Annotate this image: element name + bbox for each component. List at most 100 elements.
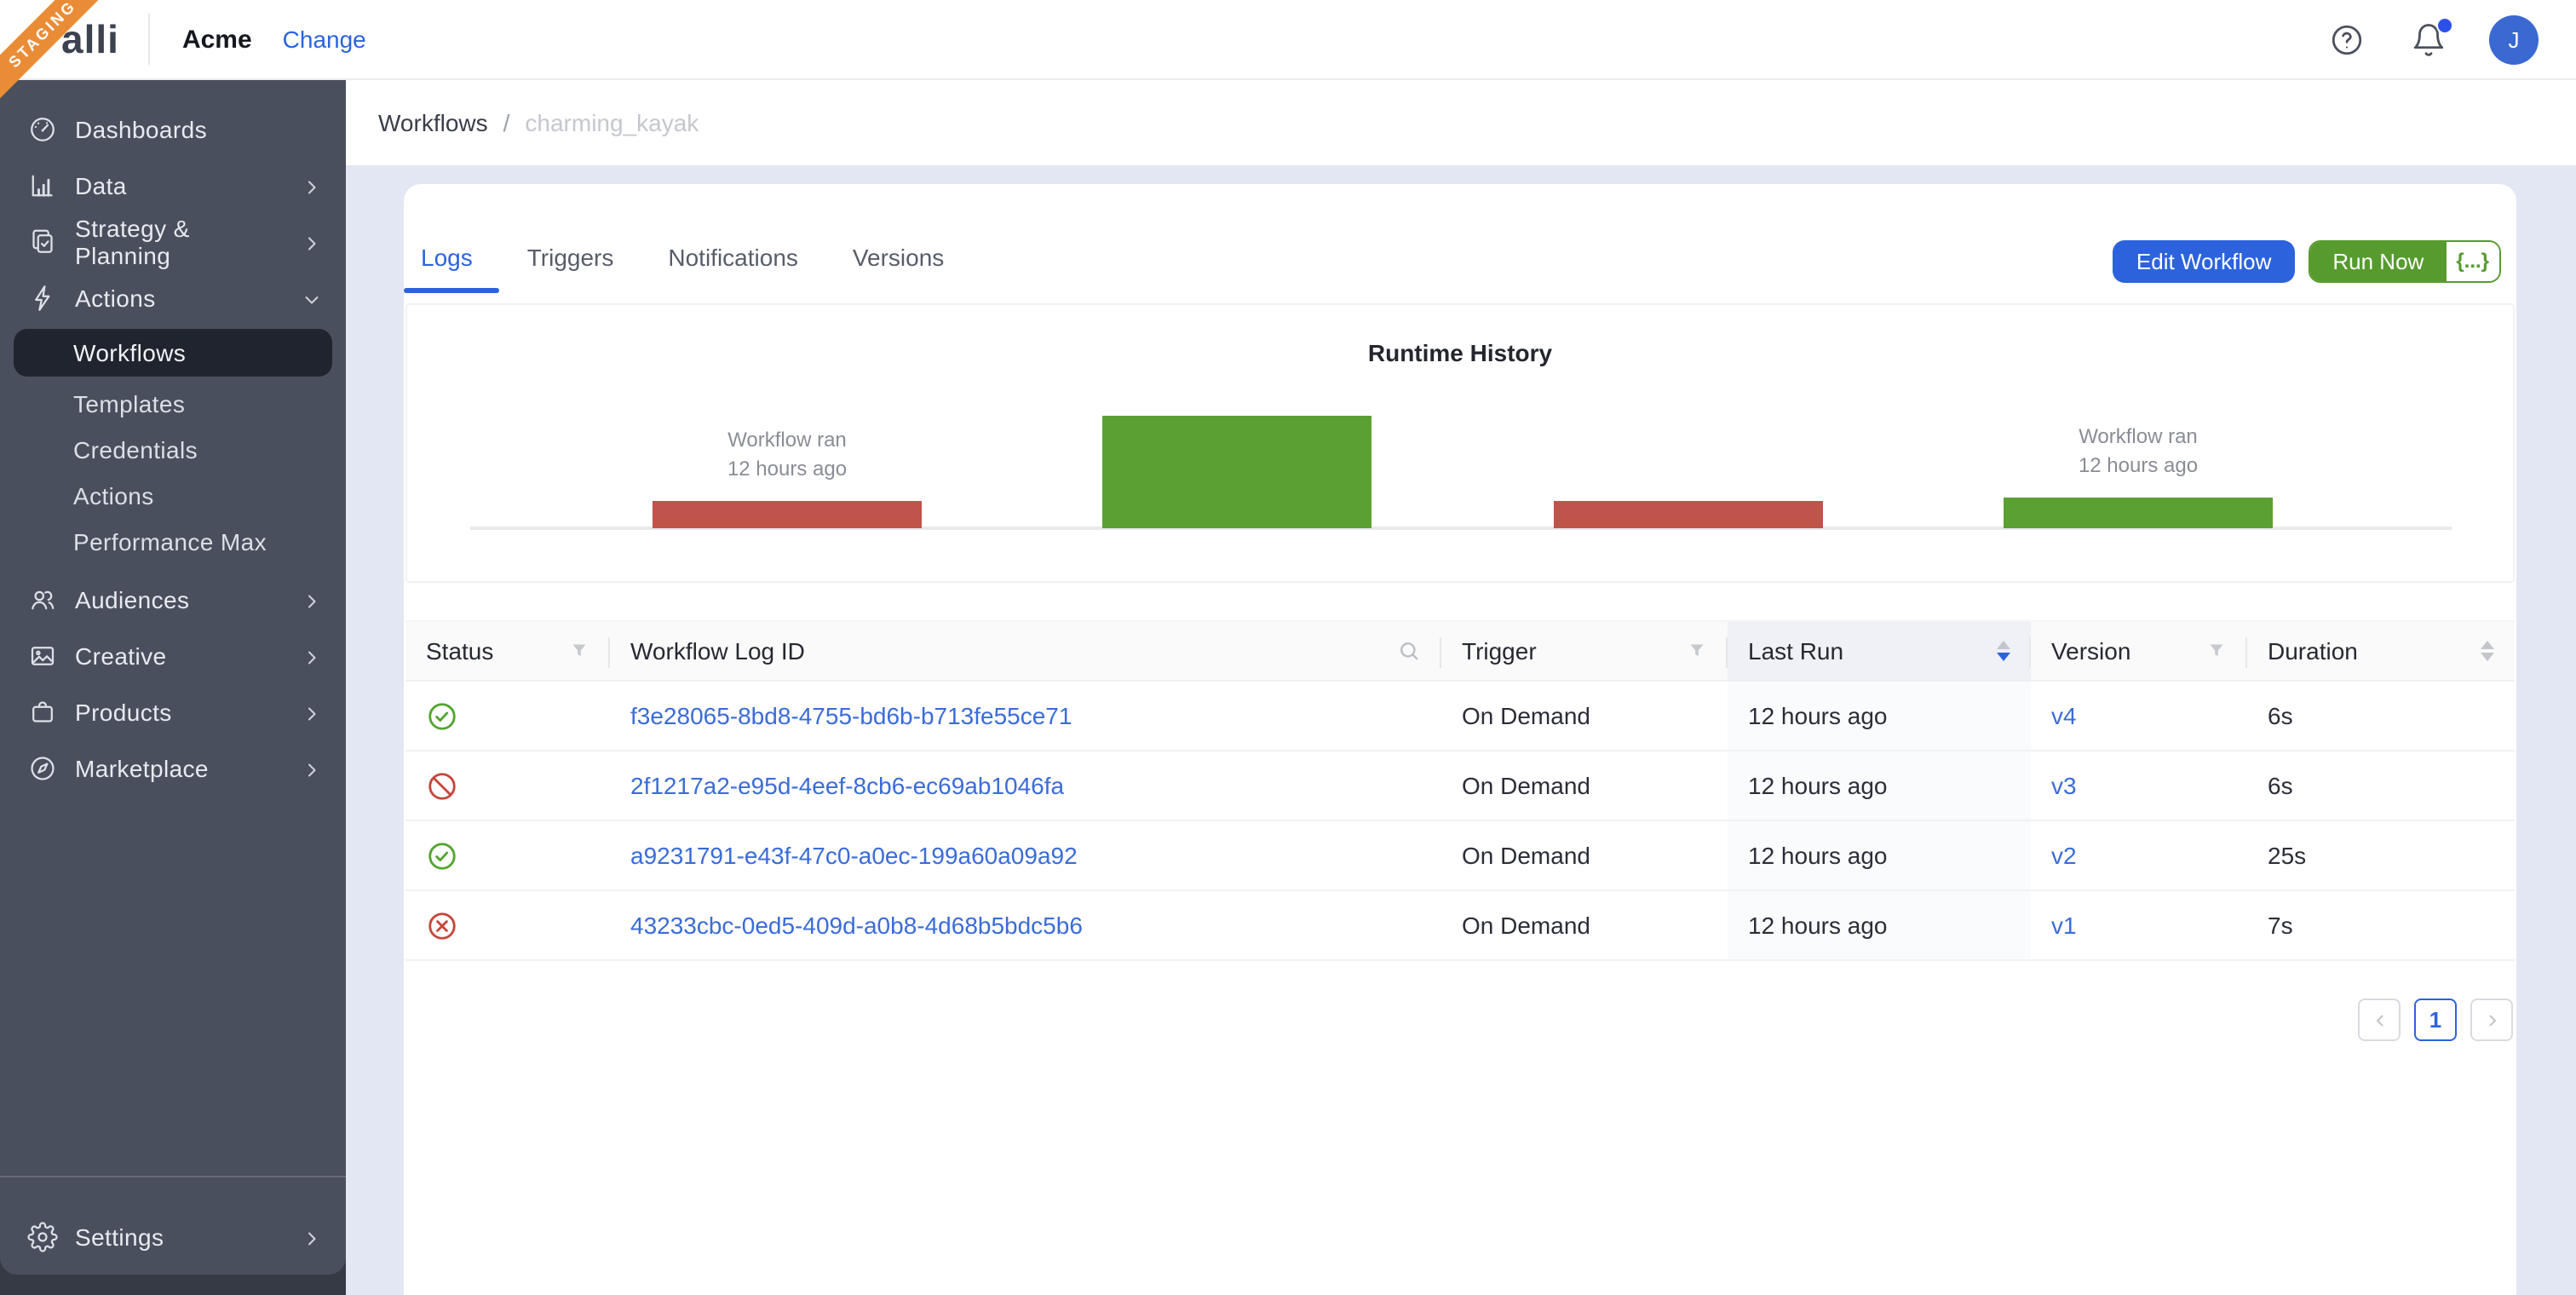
runtime-bar[interactable]	[1102, 416, 1371, 528]
sidebar-item-actions[interactable]: Actions	[0, 269, 346, 325]
bar-annotation: Workflow ran 12 hours ago	[651, 426, 923, 484]
version-link[interactable]: v2	[2051, 842, 2077, 869]
log-id-link[interactable]: 2f1217a2-e95d-4eef-8cb6-ec69ab1046fa	[630, 772, 1064, 799]
search-icon[interactable]	[1397, 639, 1421, 663]
column-header-log-id[interactable]: Workflow Log ID	[610, 622, 1441, 680]
sidebar-item-creative[interactable]: Creative	[0, 627, 346, 683]
trigger-cell: On Demand	[1441, 891, 1728, 959]
change-account-link[interactable]: Change	[283, 26, 366, 53]
sidebar-subitem-credentials[interactable]: Credentials	[0, 426, 346, 472]
notifications-bell-icon[interactable]	[2411, 21, 2447, 57]
bar-chart-icon	[27, 170, 58, 200]
runtime-history-chart: Runtime History Workflow ran 12 hours ag…	[405, 303, 2515, 583]
pagination: 1	[407, 999, 2513, 1041]
column-header-duration[interactable]: Duration	[2247, 622, 2515, 680]
filter-icon[interactable]	[1687, 641, 1707, 661]
clipboard-icon	[27, 226, 58, 256]
table-row: 2f1217a2-e95d-4eef-8cb6-ec69ab1046fa On …	[405, 751, 2515, 821]
run-with-params-button[interactable]: {...}	[2446, 241, 2499, 280]
table-row: 43233cbc-0ed5-409d-a0b8-4d68b5bdc5b6 On …	[405, 891, 2515, 961]
column-header-version[interactable]: Version	[2031, 622, 2247, 680]
last-run-cell: 12 hours ago	[1728, 821, 2031, 889]
sidebar-subitem-actions[interactable]: Actions	[0, 472, 346, 518]
tab-logs[interactable]: Logs	[404, 244, 500, 293]
sidebar-subitem-workflows[interactable]: Workflows	[14, 329, 332, 377]
chevron-right-icon	[302, 589, 322, 609]
version-link[interactable]: v1	[2051, 912, 2077, 939]
breadcrumb: Workflows / charming_kayak	[346, 80, 2576, 165]
chevron-right-icon	[302, 1226, 322, 1246]
edit-workflow-button[interactable]: Edit Workflow	[2113, 239, 2295, 282]
breadcrumb-workflows-link[interactable]: Workflows	[378, 109, 488, 136]
filter-icon[interactable]	[2206, 641, 2227, 661]
page-1-button[interactable]: 1	[2414, 999, 2457, 1041]
help-icon[interactable]	[2329, 21, 2365, 57]
workflow-logs-table: Status Workflow Log ID Trigger	[405, 620, 2515, 961]
tab-notifications[interactable]: Notifications	[641, 244, 825, 293]
last-run-cell: 12 hours ago	[1728, 751, 2031, 820]
bag-icon	[27, 696, 58, 727]
sidebar-item-marketplace[interactable]: Marketplace	[0, 740, 346, 796]
sidebar-item-products[interactable]: Products	[0, 683, 346, 740]
chevron-right-icon	[302, 645, 322, 665]
sort-icon[interactable]	[2481, 641, 2494, 661]
version-link[interactable]: v4	[2051, 702, 2077, 729]
column-header-trigger[interactable]: Trigger	[1441, 622, 1728, 680]
column-header-status[interactable]: Status	[405, 622, 610, 680]
audiences-icon	[27, 584, 58, 614]
sidebar-subitem-performance-max[interactable]: Performance Max	[0, 518, 346, 564]
version-link[interactable]: v3	[2051, 772, 2077, 799]
duration-cell: 6s	[2247, 682, 2515, 750]
header-divider	[148, 14, 150, 65]
sidebar-item-label: Dashboards	[75, 115, 322, 142]
log-id-link[interactable]: a9231791-e43f-47c0-a0ec-199a60a09a92	[630, 842, 1078, 869]
filter-icon[interactable]	[569, 641, 589, 661]
sort-icon[interactable]	[1997, 641, 2010, 661]
compass-icon	[27, 752, 58, 783]
dashboard-icon	[27, 113, 58, 144]
status-success-icon	[426, 839, 458, 872]
sidebar-item-data[interactable]: Data	[0, 157, 346, 213]
sidebar-item-audiences[interactable]: Audiences	[0, 571, 346, 627]
sidebar: Dashboards Data Strategy & Planning Acti…	[0, 80, 346, 1275]
chevron-right-icon	[302, 231, 322, 251]
sidebar-subitem-templates[interactable]: Templates	[0, 380, 346, 426]
avatar[interactable]: J	[2489, 14, 2539, 64]
sidebar-item-strategy-planning[interactable]: Strategy & Planning	[0, 213, 346, 269]
trigger-cell: On Demand	[1441, 821, 1728, 889]
table-header-row: Status Workflow Log ID Trigger	[405, 620, 2515, 682]
sidebar-item-settings[interactable]: Settings	[0, 1198, 346, 1275]
runtime-bar[interactable]	[2004, 498, 2273, 528]
status-cancelled-icon	[426, 769, 458, 802]
status-success-icon	[426, 699, 458, 732]
sidebar-item-label: Strategy & Planning	[75, 214, 285, 268]
chevron-right-icon	[302, 757, 322, 778]
trigger-cell: On Demand	[1441, 751, 1728, 820]
sidebar-item-label: Audiences	[75, 585, 285, 613]
last-run-cell: 12 hours ago	[1728, 891, 2031, 959]
chevron-down-icon	[302, 287, 322, 308]
image-icon	[27, 640, 58, 671]
chevron-right-icon	[302, 701, 322, 722]
log-id-link[interactable]: 43233cbc-0ed5-409d-a0b8-4d68b5bdc5b6	[630, 912, 1083, 939]
sidebar-item-dashboards[interactable]: Dashboards	[0, 101, 346, 157]
chevron-right-icon	[302, 175, 322, 195]
lightning-icon	[27, 282, 58, 313]
run-now-button[interactable]: Run Now	[2310, 241, 2446, 280]
runtime-bar[interactable]	[1554, 501, 1823, 528]
tab-versions[interactable]: Versions	[825, 244, 971, 293]
column-header-last-run[interactable]: Last Run	[1728, 622, 2031, 680]
account-name: Acme	[182, 25, 252, 54]
bar-annotation: Workflow ran 12 hours ago	[2002, 423, 2274, 481]
gear-icon	[27, 1221, 58, 1252]
sidebar-item-label: Products	[75, 698, 285, 725]
chart-title: Runtime History	[407, 339, 2513, 366]
run-now-split-button: Run Now {...}	[2309, 239, 2501, 282]
tab-triggers[interactable]: Triggers	[500, 244, 641, 293]
next-page-button[interactable]	[2470, 999, 2513, 1041]
sidebar-item-label: Settings	[75, 1223, 285, 1250]
log-id-link[interactable]: f3e28065-8bd8-4755-bd6b-b713fe55ce71	[630, 702, 1072, 729]
prev-page-button[interactable]	[2358, 999, 2401, 1041]
table-row: f3e28065-8bd8-4755-bd6b-b713fe55ce71 On …	[405, 682, 2515, 751]
runtime-bar[interactable]	[653, 501, 922, 528]
